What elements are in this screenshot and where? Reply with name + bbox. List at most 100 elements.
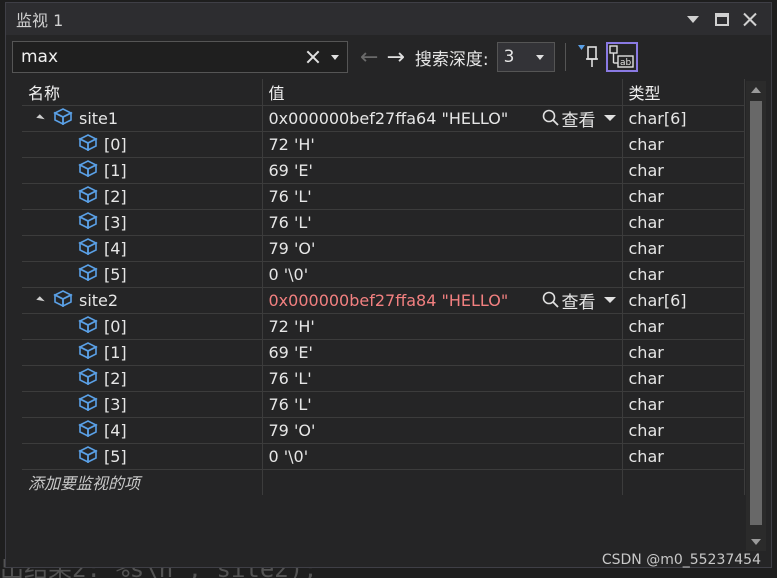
scroll-down-arrow-icon[interactable]	[751, 539, 761, 545]
empty-type-cell	[622, 468, 745, 495]
watch-child-row[interactable]: [1] 69 'E' char	[22, 156, 745, 183]
value-cell[interactable]: 69 'E'	[262, 338, 623, 365]
add-watch-row[interactable]: 添加要监视的项	[22, 468, 745, 495]
value-cell[interactable]: 69 'E'	[262, 156, 623, 183]
search-box	[12, 41, 348, 73]
watch-child-row[interactable]: [5] 0 '\0' char	[22, 442, 745, 469]
value-cell[interactable]: 72 'H'	[262, 130, 623, 157]
name-cell: [2]	[22, 182, 263, 209]
watch-rows: site1 0x000000bef27ffa64 "HELLO" 查看 char[6]…	[22, 104, 745, 495]
type-cell: char	[622, 390, 745, 417]
type-cell: char	[622, 234, 745, 261]
value-cell[interactable]: 76 'L'	[262, 364, 623, 391]
type-cell: char	[622, 338, 745, 365]
hex-display-toggle-icon[interactable]: ab	[605, 42, 638, 72]
window-title: 监视 1	[16, 11, 64, 30]
variable-cube-icon	[78, 315, 104, 337]
add-watch-item[interactable]: 添加要监视的项	[22, 468, 263, 495]
value-cell[interactable]: 76 'L'	[262, 208, 623, 235]
variable-value[interactable]: 0x000000bef27ffa84 "HELLO"	[269, 291, 509, 310]
value-cell[interactable]: 76 'L'	[262, 182, 623, 209]
window-menu-dropdown-icon[interactable]	[687, 12, 701, 26]
search-input[interactable]	[21, 47, 303, 67]
watch-child-row[interactable]: [3] 76 'L' char	[22, 390, 745, 417]
toolbar-divider	[564, 43, 566, 71]
magnifier-icon	[542, 109, 559, 126]
column-header-name[interactable]: 名称	[22, 79, 263, 105]
view-button-label: 查看	[561, 292, 596, 313]
variable-cube-icon	[78, 211, 104, 233]
element-index: [0]	[104, 316, 127, 336]
watch-row[interactable]: site2 0x000000bef27ffa84 "HELLO" 查看 char[6]	[22, 286, 745, 313]
clear-search-icon[interactable]	[303, 47, 323, 67]
watch-child-row[interactable]: [2] 76 'L' char	[22, 182, 745, 209]
view-button[interactable]: 查看	[542, 106, 616, 131]
value-cell[interactable]: 76 'L'	[262, 390, 623, 417]
watch-child-row[interactable]: [1] 69 'E' char	[22, 338, 745, 365]
value-cell[interactable]: 79 'O'	[262, 416, 623, 443]
expand-toggle-icon[interactable]	[36, 113, 45, 123]
name-cell: [1]	[22, 156, 263, 183]
value-cell[interactable]: 72 'H'	[262, 312, 623, 339]
element-index: [1]	[104, 342, 127, 362]
search-depth-label: 搜索深度:	[414, 49, 489, 70]
name-cell: [0]	[22, 312, 263, 339]
value-cell[interactable]: 0 '\0'	[262, 260, 623, 287]
chevron-down-icon	[535, 54, 544, 60]
watch-child-row[interactable]: [0] 72 'H' char	[22, 130, 745, 157]
watch-grid: 名称 值 类型 site1 0x000000bef27ffa64 "HELLO" 查…	[22, 79, 745, 495]
column-header-type[interactable]: 类型	[622, 79, 745, 105]
column-header-row: 名称 值 类型	[22, 79, 745, 105]
watch-child-row[interactable]: [3] 76 'L' char	[22, 208, 745, 235]
search-next-arrow-icon[interactable]: →	[386, 45, 404, 70]
element-index: [5]	[104, 264, 127, 284]
element-index: [5]	[104, 446, 127, 466]
variable-cube-icon	[78, 159, 104, 181]
expand-toggle-icon[interactable]	[36, 295, 45, 305]
value-cell[interactable]: 0 '\0'	[262, 442, 623, 469]
search-options-dropdown-icon[interactable]	[331, 54, 339, 60]
variable-value[interactable]: 0x000000bef27ffa64 "HELLO"	[269, 109, 509, 128]
scroll-up-arrow-icon[interactable]	[751, 87, 761, 93]
pin-icon[interactable]	[576, 43, 602, 71]
variable-cube-icon	[78, 341, 104, 363]
maximize-icon[interactable]	[715, 12, 729, 26]
close-icon[interactable]	[743, 12, 757, 26]
chevron-down-icon	[603, 297, 616, 303]
watch-child-row[interactable]: [4] 79 'O' char	[22, 416, 745, 443]
magnifier-icon	[542, 291, 559, 308]
element-index: [4]	[104, 238, 127, 258]
watch-row[interactable]: site1 0x000000bef27ffa64 "HELLO" 查看 char[6]	[22, 104, 745, 131]
name-cell: [4]	[22, 416, 263, 443]
name-cell: [3]	[22, 390, 263, 417]
column-header-value[interactable]: 值	[262, 79, 623, 105]
search-previous-arrow-icon[interactable]: ←	[360, 45, 378, 70]
title-bar: 监视 1	[6, 3, 771, 35]
element-index: [1]	[104, 160, 127, 180]
variable-cube-icon	[78, 445, 104, 467]
name-cell: [5]	[22, 442, 263, 469]
element-index: [4]	[104, 420, 127, 440]
element-index: [0]	[104, 134, 127, 154]
scroll-thumb[interactable]	[750, 101, 762, 525]
variable-cube-icon	[53, 107, 79, 129]
element-index: [3]	[104, 212, 127, 232]
name-cell: [2]	[22, 364, 263, 391]
variable-cube-icon	[78, 185, 104, 207]
watch-child-row[interactable]: [5] 0 '\0' char	[22, 260, 745, 287]
watch-child-row[interactable]: [0] 72 'H' char	[22, 312, 745, 339]
vertical-scrollbar[interactable]	[746, 81, 766, 551]
watch-child-row[interactable]: [2] 76 'L' char	[22, 364, 745, 391]
name-cell: site2	[22, 286, 263, 313]
view-button[interactable]: 查看	[542, 288, 616, 313]
view-button-label: 查看	[561, 110, 596, 131]
variable-cube-icon	[78, 263, 104, 285]
watch-child-row[interactable]: [4] 79 'O' char	[22, 234, 745, 261]
type-cell: char	[622, 416, 745, 443]
type-cell: char	[622, 312, 745, 339]
empty-value-cell	[262, 468, 623, 495]
type-cell: char	[622, 130, 745, 157]
search-depth-select[interactable]: 3	[496, 42, 555, 72]
watch-window: 监视 1 ← → 搜索深度: 3	[5, 2, 772, 568]
value-cell[interactable]: 79 'O'	[262, 234, 623, 261]
